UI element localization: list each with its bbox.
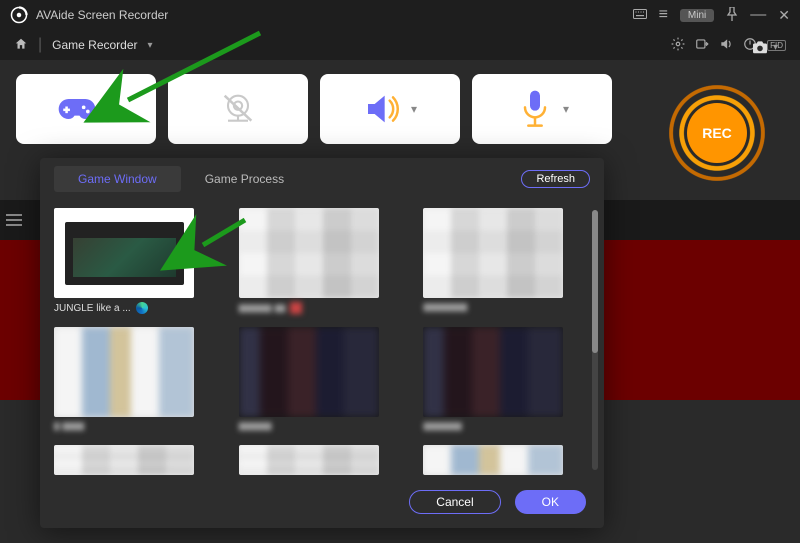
window-thumbnail[interactable] [423,208,563,298]
speaker-card[interactable]: ▾ [320,74,460,144]
mini-mode-button[interactable]: Mini [680,9,714,22]
window-item[interactable]: ▮▮▮▮▮▮ [239,327,394,433]
microphone-card[interactable]: ▾ [472,74,612,144]
chevron-down-icon[interactable]: ▾ [148,40,153,51]
cancel-button[interactable]: Cancel [409,490,500,514]
scrollbar[interactable] [592,210,598,470]
app-logo-icon [10,6,28,24]
window-thumbnail[interactable] [239,208,379,298]
window-item[interactable]: ▮ ▮▮▮▮ [54,327,209,433]
settings-icon[interactable] [671,37,685,54]
export-icon[interactable] [695,37,709,54]
tab-game-window[interactable]: Game Window [54,166,181,192]
window-item[interactable] [239,445,394,476]
window-thumbnail[interactable] [423,327,563,417]
window-item[interactable]: ▮▮▮▮▮▮▮ [423,327,578,433]
game-window-popup: Game Window Game Process Refresh JUNGLE … [40,158,604,528]
mode-selector[interactable]: Game Recorder [52,38,137,52]
window-label: ▮▮▮▮▮▮▮▮ [423,302,563,313]
window-label: ▮▮▮▮▮▮ ▮▮ [239,302,379,314]
keyboard-icon[interactable] [633,9,647,22]
home-icon[interactable] [14,37,28,54]
hamburger-icon[interactable] [6,214,22,226]
window-item[interactable] [423,445,578,476]
window-thumbnail[interactable] [54,445,194,475]
window-label: ▮▮▮▮▮▮ [239,421,379,432]
close-button[interactable]: ✕ [778,7,790,24]
record-button[interactable]: REC [662,78,772,188]
edge-browser-icon [136,302,148,314]
volume-icon[interactable] [719,37,733,54]
window-item[interactable]: ▮▮▮▮▮▮ ▮▮ [239,208,394,315]
window-label: ▮▮▮▮▮▮▮ [423,421,563,432]
window-thumbnail[interactable] [239,327,379,417]
ok-button[interactable]: OK [515,490,586,514]
window-label: JUNGLE like a ... [54,302,194,314]
chevron-down-icon[interactable]: ▾ [563,102,569,116]
titlebar: AVAide Screen Recorder ≡ Mini — ✕ [0,0,800,30]
chevron-down-icon[interactable]: ✓ [105,102,115,116]
window-thumbnail[interactable] [54,208,194,298]
pin-icon[interactable] [726,7,738,24]
chevron-down-icon[interactable]: ▾ [411,102,417,116]
window-thumbnail[interactable] [423,445,563,475]
toolbar: | Game Recorder ▾ FID [0,30,800,60]
window-item[interactable] [54,445,209,476]
menu-icon[interactable]: ≡ [659,6,668,24]
chevron-down-icon[interactable]: ▾ [773,42,778,53]
scrollbar-thumb[interactable] [592,210,598,353]
window-thumbnail[interactable] [239,445,379,475]
webcam-card[interactable] [168,74,308,144]
window-item[interactable]: JUNGLE like a ... [54,208,209,315]
game-card[interactable]: ✓ [16,74,156,144]
refresh-button[interactable]: Refresh [521,170,590,188]
tab-game-process[interactable]: Game Process [181,166,308,192]
minimize-button[interactable]: — [750,6,766,24]
window-grid: JUNGLE like a ... ▮▮▮▮▮▮ ▮▮ ▮▮▮▮▮▮▮▮ ▮ ▮… [40,200,592,480]
window-label: ▮ ▮▮▮▮ [54,421,194,432]
app-title: AVAide Screen Recorder [36,8,625,22]
window-item[interactable]: ▮▮▮▮▮▮▮▮ [423,208,578,315]
window-thumbnail[interactable] [54,327,194,417]
screenshot-button[interactable]: ▾ [751,40,778,54]
